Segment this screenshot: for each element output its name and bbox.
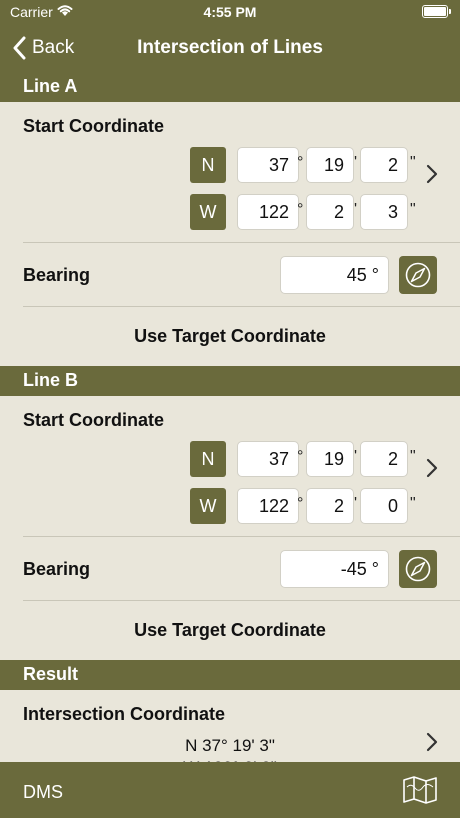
divider bbox=[23, 306, 460, 307]
longitude-minutes-field[interactable]: 2 bbox=[306, 194, 354, 230]
latitude-hemisphere-button[interactable]: N bbox=[190, 147, 226, 183]
bearing-label: Bearing bbox=[23, 265, 91, 285]
longitude-hemisphere-button[interactable]: W bbox=[190, 194, 226, 230]
latitude-seconds-field[interactable]: 2 bbox=[360, 147, 408, 183]
section-title: Line A bbox=[23, 76, 78, 96]
minute-symbol: ' bbox=[354, 495, 358, 512]
use-target-coordinate-button[interactable]: Use Target Coordinate bbox=[0, 326, 460, 347]
compass-button[interactable] bbox=[399, 256, 437, 294]
page-title: Intersection of Lines bbox=[137, 37, 323, 58]
navigation-bar: Back Intersection of Lines bbox=[0, 24, 460, 72]
section-header-result: Result bbox=[0, 660, 460, 690]
battery-icon bbox=[422, 5, 451, 18]
start-coordinate-label: Start Coordinate bbox=[23, 116, 165, 136]
clock: 4:55 PM bbox=[203, 4, 257, 20]
start-coordinate-label: Start Coordinate bbox=[23, 410, 165, 430]
second-symbol: " bbox=[410, 201, 416, 218]
degree-symbol: ° bbox=[297, 448, 304, 465]
divider bbox=[23, 242, 460, 243]
compass-icon bbox=[405, 556, 431, 582]
status-bar: Carrier 4:55 PM bbox=[0, 0, 460, 24]
latitude-minutes-field[interactable]: 19 bbox=[306, 147, 354, 183]
bearing-label: Bearing bbox=[23, 559, 91, 579]
longitude-hemisphere-button[interactable]: W bbox=[190, 488, 226, 524]
degree-symbol: ° bbox=[297, 154, 304, 171]
longitude-degrees-field[interactable]: 122 bbox=[237, 488, 299, 524]
chevron-right-icon[interactable] bbox=[426, 164, 438, 184]
divider bbox=[23, 536, 460, 537]
minute-symbol: ' bbox=[354, 201, 358, 218]
latitude-degrees-field[interactable]: 37 bbox=[237, 441, 299, 477]
section-header-line-a: Line A bbox=[0, 72, 460, 102]
section-title: Result bbox=[23, 664, 79, 684]
result-latitude: N 37° 19' 3" bbox=[185, 736, 275, 755]
longitude-minutes-field[interactable]: 2 bbox=[306, 488, 354, 524]
intersection-coordinate-label: Intersection Coordinate bbox=[23, 704, 226, 724]
compass-button[interactable] bbox=[399, 550, 437, 588]
divider bbox=[23, 600, 460, 601]
second-symbol: " bbox=[410, 154, 416, 171]
compass-icon bbox=[405, 262, 431, 288]
format-toggle-button[interactable]: DMS bbox=[23, 782, 63, 803]
second-symbol: " bbox=[410, 495, 416, 512]
bottom-toolbar: DMS bbox=[0, 762, 460, 818]
bearing-field[interactable]: 45 ° bbox=[280, 256, 389, 294]
bearing-field[interactable]: -45 ° bbox=[280, 550, 389, 588]
chevron-right-icon[interactable] bbox=[426, 458, 438, 478]
degree-symbol: ° bbox=[297, 495, 304, 512]
chevron-right-icon[interactable] bbox=[426, 732, 438, 752]
longitude-degrees-field[interactable]: 122 bbox=[237, 194, 299, 230]
section-header-line-b: Line B bbox=[0, 366, 460, 396]
minute-symbol: ' bbox=[354, 154, 358, 171]
degree-symbol: ° bbox=[297, 201, 304, 218]
map-icon[interactable] bbox=[402, 775, 438, 805]
latitude-minutes-field[interactable]: 19 bbox=[306, 441, 354, 477]
longitude-seconds-field[interactable]: 0 bbox=[360, 488, 408, 524]
section-title: Line B bbox=[23, 370, 79, 390]
longitude-seconds-field[interactable]: 3 bbox=[360, 194, 408, 230]
latitude-hemisphere-button[interactable]: N bbox=[190, 441, 226, 477]
minute-symbol: ' bbox=[354, 448, 358, 465]
latitude-degrees-field[interactable]: 37 bbox=[237, 147, 299, 183]
use-target-coordinate-button[interactable]: Use Target Coordinate bbox=[0, 620, 460, 641]
second-symbol: " bbox=[410, 448, 416, 465]
latitude-seconds-field[interactable]: 2 bbox=[360, 441, 408, 477]
